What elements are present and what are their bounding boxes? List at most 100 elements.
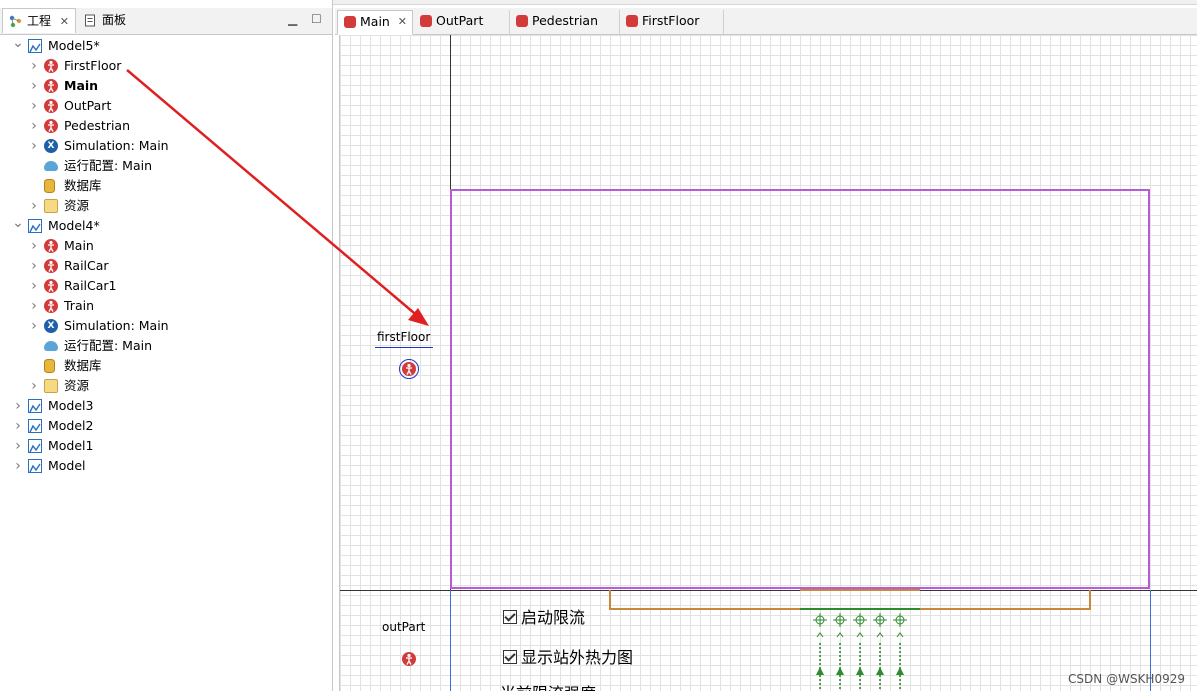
tree-row[interactable]: 数据库 <box>0 176 330 196</box>
tree-row[interactable]: 运行配置: Main <box>0 336 330 356</box>
checkbox-checked-icon <box>503 610 517 624</box>
tree-item-label: 数据库 <box>64 178 102 193</box>
chevron-right-icon[interactable]: › <box>28 136 40 156</box>
folder-icon <box>44 379 58 393</box>
tree-item-label: Model3 <box>48 398 94 413</box>
tab-outpart[interactable]: OutPart <box>414 10 510 34</box>
tree-row[interactable]: ⌄ Model5* <box>0 36 330 56</box>
tree-row[interactable]: › Model1 <box>0 436 330 456</box>
tree-row[interactable]: › Train <box>0 296 330 316</box>
tree-row[interactable]: 数据库 <box>0 356 330 376</box>
model-icon <box>28 439 42 453</box>
pedestrian-agent-icon <box>44 79 58 93</box>
tab-main-label: Main <box>360 14 390 29</box>
checkbox-checked-icon <box>503 650 517 664</box>
flow-limit-strength-text: 当前限流强度 <box>500 680 596 691</box>
chevron-right-icon[interactable]: › <box>28 376 40 396</box>
model-icon <box>28 219 42 233</box>
tab-outpart-label: OutPart <box>436 13 484 28</box>
watermark-text: CSDN @WSKH0929 <box>1068 672 1185 686</box>
maximize-icon[interactable]: ☐ <box>311 12 322 26</box>
tree-item-label: Pedestrian <box>64 118 131 133</box>
chevron-down-icon[interactable]: ⌄ <box>12 216 24 236</box>
tree-item-label: Model4* <box>48 218 100 233</box>
tree-row[interactable]: › 资源 <box>0 196 330 216</box>
tree-row[interactable]: › OutPart <box>0 96 330 116</box>
tab-pedestrian[interactable]: Pedestrian <box>510 10 620 34</box>
tree-item-label: 资源 <box>64 378 90 393</box>
chevron-right-icon[interactable]: › <box>28 96 40 116</box>
tab-main[interactable]: Main ✕ <box>337 10 413 35</box>
chevron-right-icon[interactable]: › <box>28 116 40 136</box>
pedestrian-agent-icon[interactable] <box>402 652 416 666</box>
frame-left-line <box>450 590 451 691</box>
enable-flow-limit-label: 启动限流 <box>521 608 586 627</box>
tree-item-label: 运行配置: Main <box>64 158 153 173</box>
chevron-right-icon[interactable]: › <box>28 296 40 316</box>
tree-row[interactable]: › Model <box>0 456 330 476</box>
pedestrian-agent-icon <box>420 15 432 27</box>
pedestrian-agent-icon <box>344 16 356 28</box>
chevron-right-icon[interactable]: › <box>28 236 40 256</box>
graphical-editor-canvas[interactable]: firstFloor outPart 启动限流 显示站外热力图 当前限流强度 <box>339 35 1197 691</box>
first-floor-agent-presentation[interactable] <box>399 359 419 379</box>
chevron-right-icon[interactable]: › <box>28 316 40 336</box>
tree-row[interactable]: › Main <box>0 76 330 96</box>
pedestrian-agent-icon <box>44 99 58 113</box>
tree-item-label: FirstFloor <box>64 58 122 73</box>
tab-firstfloor[interactable]: FirstFloor <box>620 10 724 34</box>
tree-row[interactable]: › Main <box>0 236 330 256</box>
tree-row[interactable]: › FirstFloor <box>0 56 330 76</box>
tree-item-label: Model2 <box>48 418 94 433</box>
tree-row[interactable]: › X Simulation: Main <box>0 136 330 156</box>
tree-row[interactable]: › RailCar1 <box>0 276 330 296</box>
tree-row[interactable]: › 资源 <box>0 376 330 396</box>
folder-icon <box>44 199 58 213</box>
chevron-down-icon[interactable]: ⌄ <box>12 36 24 56</box>
tree-row[interactable]: › RailCar <box>0 256 330 276</box>
tree-item-label: 运行配置: Main <box>64 338 153 353</box>
tree-row[interactable]: › Pedestrian <box>0 116 330 136</box>
chevron-right-icon[interactable]: › <box>12 396 24 416</box>
tab-palette[interactable]: 面板 <box>78 8 148 33</box>
pedestrian-agent-icon <box>626 15 638 27</box>
chevron-right-icon[interactable]: › <box>12 456 24 476</box>
tree-item-label: Simulation: Main <box>64 138 169 153</box>
database-icon <box>44 179 55 193</box>
tab-firstfloor-label: FirstFloor <box>642 13 700 28</box>
chevron-right-icon[interactable]: › <box>28 256 40 276</box>
model-icon <box>28 399 42 413</box>
tree-row[interactable]: 运行配置: Main <box>0 156 330 176</box>
tab-project[interactable]: 工程 ✕ <box>2 8 76 33</box>
minimize-icon[interactable]: ▁ <box>288 12 297 26</box>
first-floor-area-rectangle[interactable] <box>450 189 1150 589</box>
close-icon[interactable]: ✕ <box>60 9 69 34</box>
editor-tabbar: Main ✕ OutPart Pedestrian FirstFloor <box>335 8 1197 35</box>
first-floor-agent-label[interactable]: firstFloor <box>377 330 430 344</box>
model-icon <box>28 419 42 433</box>
flow-arrow-heads <box>816 667 904 675</box>
chevron-right-icon[interactable]: › <box>12 416 24 436</box>
tree-row[interactable]: › Model3 <box>0 396 330 416</box>
out-part-agent-label[interactable]: outPart <box>382 620 425 634</box>
chevron-right-icon[interactable]: › <box>28 76 40 96</box>
tree-item-label: OutPart <box>64 98 112 113</box>
chevron-right-icon[interactable]: › <box>12 436 24 456</box>
palette-icon <box>85 14 95 27</box>
close-icon[interactable]: ✕ <box>398 11 407 33</box>
tree-row[interactable]: ⌄ Model4* <box>0 216 330 236</box>
tab-pedestrian-label: Pedestrian <box>532 13 599 28</box>
enable-flow-limit-checkbox[interactable]: 启动限流 <box>503 604 585 628</box>
project-panel-tabbar: 工程 ✕ 面板 ▁ ☐ <box>0 8 332 35</box>
run-config-icon <box>44 341 58 351</box>
chevron-right-icon[interactable]: › <box>28 196 40 216</box>
tree-item-label: RailCar1 <box>64 278 117 293</box>
tree-row[interactable]: › X Simulation: Main <box>0 316 330 336</box>
tree-row[interactable]: › Model2 <box>0 416 330 436</box>
chevron-right-icon[interactable]: › <box>28 56 40 76</box>
label-underline <box>375 347 433 348</box>
chevron-right-icon[interactable]: › <box>28 276 40 296</box>
pedestrian-agent-icon <box>44 259 58 273</box>
project-panel: 工程 ✕ 面板 ▁ ☐ ⌄ Model5* › FirstFloor › Main › Out… <box>0 0 333 691</box>
pedestrian-agent-icon <box>44 239 58 253</box>
